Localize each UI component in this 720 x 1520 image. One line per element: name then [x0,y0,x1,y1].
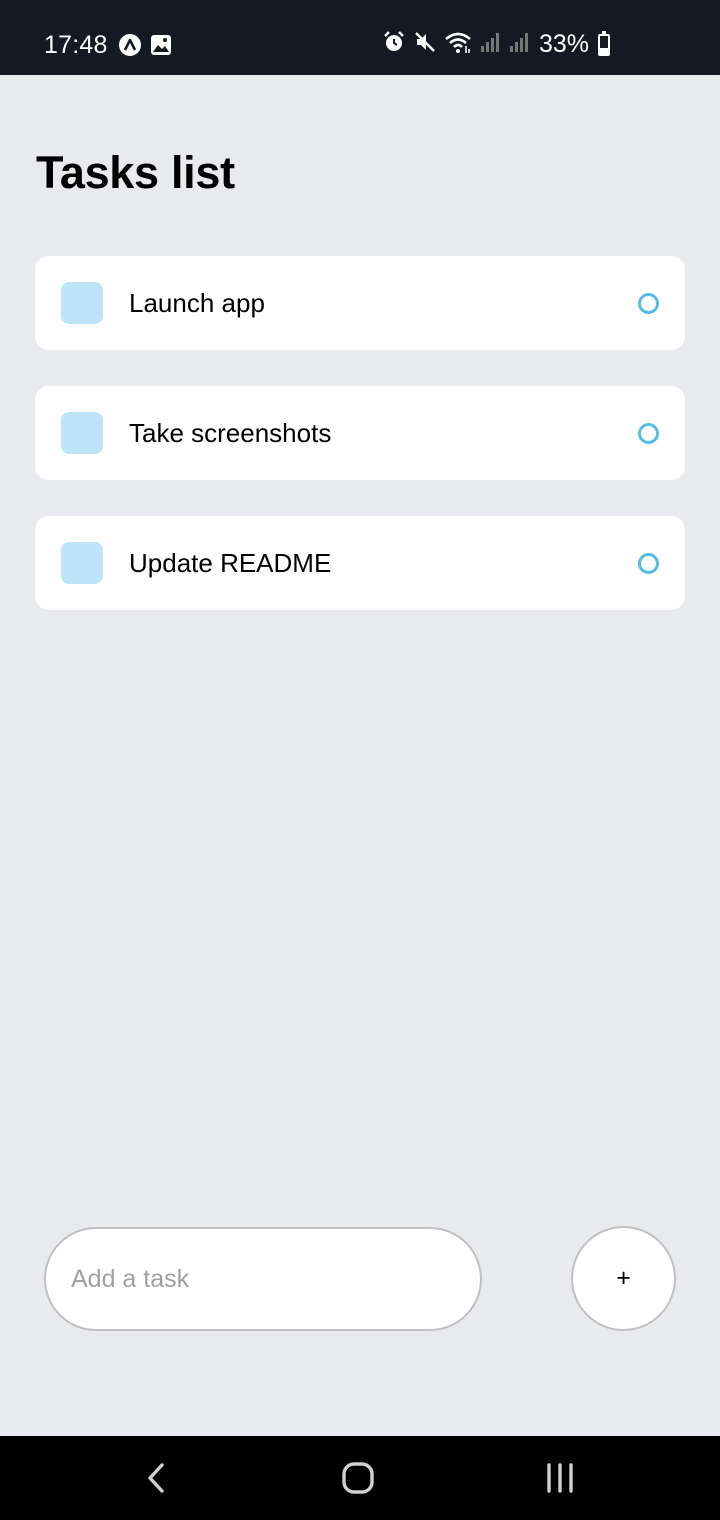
task-item[interactable]: Update README [35,516,685,610]
task-item[interactable]: Take screenshots [35,386,685,480]
gallery-icon [150,34,172,61]
task-status-circle-icon[interactable] [638,293,659,314]
status-bar: 17:48 33% [0,0,720,75]
navigation-bar [0,1436,720,1520]
mute-icon [413,30,437,59]
task-status-circle-icon[interactable] [638,423,659,444]
task-checkbox[interactable] [61,542,103,584]
task-label: Take screenshots [129,418,332,448]
main-content: Tasks list Launch app Take screenshots U… [0,75,720,1436]
battery-level-fill [600,47,609,54]
status-time: 17:48 [44,31,108,59]
battery-percent: 33% [539,30,590,58]
task-checkbox[interactable] [61,282,103,324]
signal-icon [479,30,501,59]
task-label: Update README [129,548,332,578]
back-icon[interactable] [126,1460,186,1496]
task-checkbox[interactable] [61,412,103,454]
add-task-button[interactable]: + [571,1226,676,1331]
battery-icon [598,30,611,56]
expo-icon [118,33,142,62]
task-label: Launch app [129,288,265,318]
status-right-icons: 33% [382,30,611,59]
add-task-input[interactable] [44,1227,482,1331]
task-item[interactable]: Launch app [35,256,685,350]
task-list: Launch app Take screenshots Update READM… [35,256,685,646]
page-title: Tasks list [36,147,235,198]
alarm-icon [382,30,406,59]
wifi-icon [444,30,472,59]
home-icon[interactable] [328,1460,388,1496]
recent-apps-icon[interactable] [530,1460,590,1496]
status-left-icons [118,33,172,62]
signal-icon [508,30,530,59]
task-status-circle-icon[interactable] [638,553,659,574]
